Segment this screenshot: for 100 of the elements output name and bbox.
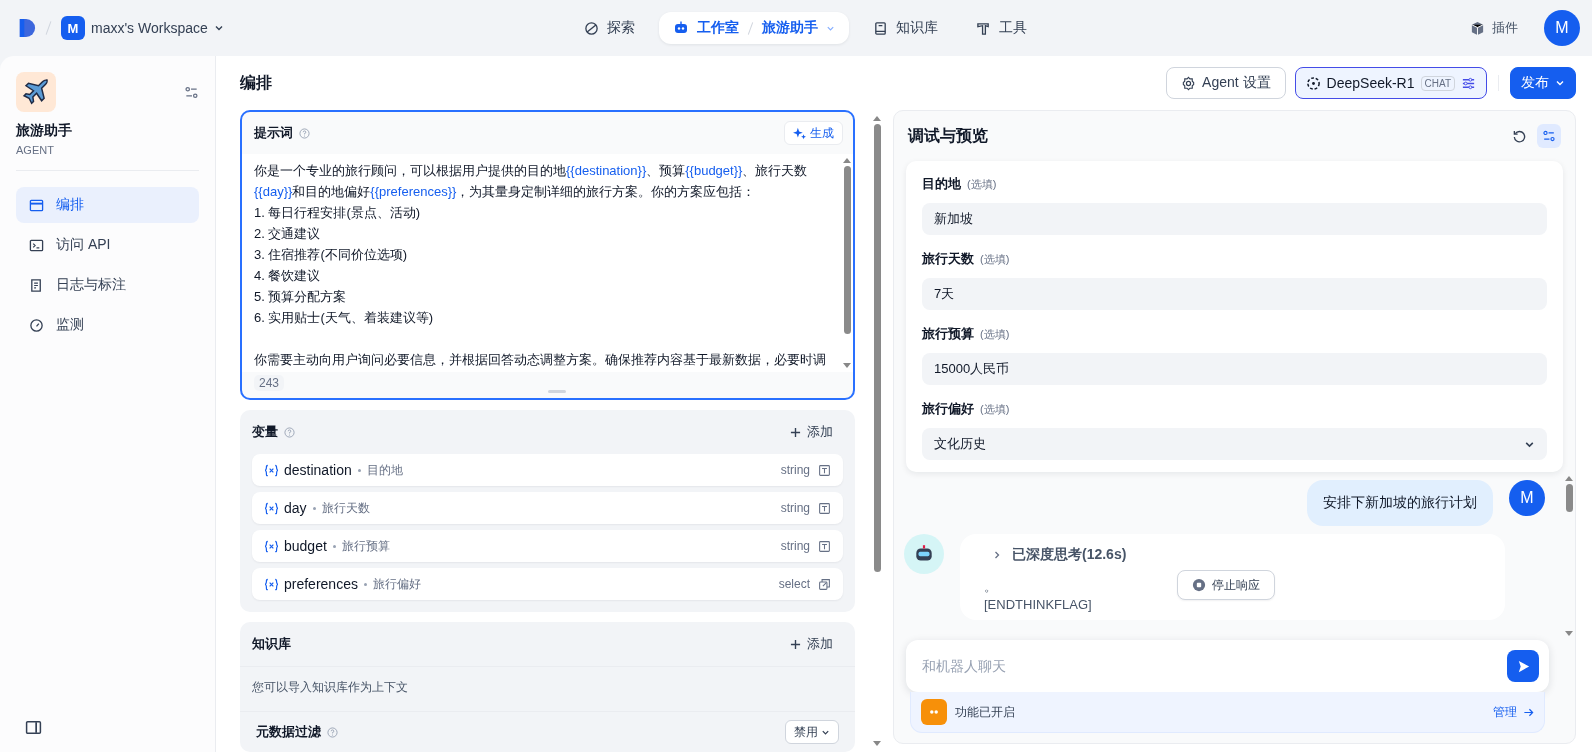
quote-icon [921,699,947,725]
nav-tab[interactable]: 探索 [570,12,649,44]
page-title: 编排 [240,72,272,93]
variable-type: string [780,539,810,553]
field-label: 旅行天数 [922,250,974,268]
message-text: [ENDTHINKFLAG] [984,596,1092,614]
optional-hint: (选填) [980,326,1010,342]
plus-icon [790,638,801,650]
plugins-link[interactable]: 插件 [1470,19,1518,37]
filter-dropdown[interactable]: 禁用 [785,720,839,744]
variable-label: 旅行预算 [341,537,390,555]
variable-type: string [780,501,810,515]
generate-button[interactable]: 生成 [784,121,843,145]
variable-label: 目的地 [366,461,403,479]
sidebar-toggle-icon[interactable] [25,719,42,736]
sidebar-item[interactable]: 访问 API [16,227,199,263]
chat-input-field[interactable]: 和机器人聊天 [906,640,1549,692]
variables-toggle-button[interactable] [1537,124,1561,148]
thinking-toggle[interactable]: 已深度思考(12.6s) [984,546,1481,564]
app-name: 旅游助手 [16,122,73,140]
stop-icon [1192,578,1206,592]
optional-hint: (选填) [980,401,1010,417]
optional-hint: (选填) [980,251,1010,267]
variable-row[interactable]: budget 旅行预算 string [252,530,843,562]
resize-handle[interactable] [547,390,566,393]
variable-icon [264,501,279,515]
variable-row[interactable]: day 旅行天数 string [252,492,843,524]
user-message: 安排下新加坡的旅行计划 [1307,480,1493,526]
settings-sliders-icon [1461,75,1476,91]
section-title: 提示词 [254,124,293,142]
variable-name: destination [284,462,352,478]
sidebar-item[interactable]: 编排 [16,187,199,223]
section-title: 元数据过滤 [256,723,321,741]
user-avatar[interactable]: M [1544,10,1580,46]
help-icon [284,426,295,438]
scrollbar[interactable] [871,116,883,746]
select-field[interactable]: 文化历史 [922,428,1547,460]
window-icon [29,197,44,213]
arrow-right-icon [1523,706,1534,718]
separator-dot [312,506,316,510]
variable-name: budget [284,538,327,554]
separator-dot [363,582,367,586]
robot-icon [673,20,689,36]
gauge-icon [29,317,44,333]
feature-status: 功能已开启 [955,703,1015,721]
settings-sliders-icon [1542,129,1556,143]
input-field[interactable]: 新加坡 [922,203,1547,235]
variable-name: day [284,500,307,516]
variable-label: 旅行偏好 [372,575,421,593]
stop-response-button[interactable]: 停止响应 [1177,570,1275,600]
sidebar-item[interactable]: 日志与标注 [16,267,199,303]
field-label: 旅行预算 [922,325,974,343]
variable-icon [264,463,279,477]
nav-tab[interactable]: 知识库 [859,12,952,44]
input-field[interactable]: 15000人民币 [922,353,1547,385]
variable-row[interactable]: preferences 旅行偏好 select [252,568,843,600]
chevron-down-icon [1555,78,1565,88]
workspace-name: maxx's Workspace [91,20,208,36]
gear-icon [1181,75,1197,91]
settings-sliders-icon[interactable] [184,84,199,100]
text-type-icon [818,501,831,515]
user-avatar: M [1509,480,1545,516]
text-type-icon [818,539,831,553]
agent-settings-button[interactable]: Agent 设置 [1166,67,1286,99]
send-button[interactable] [1507,650,1539,682]
select-type-icon [818,577,831,591]
input-field[interactable]: 7天 [922,278,1547,310]
chevron-right-icon [992,550,1002,560]
publish-button[interactable]: 发布 [1510,67,1576,99]
workspace-switcher[interactable]: M maxx's Workspace [61,16,224,40]
variable-type: string [780,463,810,477]
add-button[interactable]: 添加 [780,423,843,441]
chevron-down-icon [213,23,224,33]
optional-hint: (选填) [967,176,997,192]
model-selector[interactable]: DeepSeek-R1 CHAT [1294,67,1487,99]
model-icon [1305,75,1321,91]
plus-icon [790,426,801,438]
nav-tab[interactable]: 工具 [962,12,1041,44]
refresh-icon[interactable] [1512,128,1527,144]
knowledge-hint: 您可以导入知识库作为上下文 [240,667,855,712]
character-count: 243 [254,375,285,391]
chat-input[interactable]: 和机器人聊天 [920,657,1507,675]
separator-dot [357,468,361,472]
section-title: 变量 [252,423,278,441]
sidebar-item[interactable]: 监测 [16,307,199,343]
manage-link[interactable]: 管理 [1493,703,1534,721]
variable-type: select [778,577,810,591]
help-icon [299,127,310,139]
panel-title: 调试与预览 [908,125,988,146]
add-button[interactable]: 添加 [780,635,843,653]
variable-name: preferences [284,576,358,592]
logo-icon[interactable] [18,17,36,39]
variable-row[interactable]: destination 目的地 string [252,454,843,486]
workspace-avatar: M [61,16,85,40]
section-title: 知识库 [252,635,291,653]
book-icon [873,20,888,36]
app-breadcrumb[interactable]: 旅游助手 [762,19,818,37]
field-label: 旅行偏好 [922,400,974,418]
nav-tab[interactable]: 工作室 旅游助手 [659,12,849,44]
field-label: 目的地 [922,175,961,193]
